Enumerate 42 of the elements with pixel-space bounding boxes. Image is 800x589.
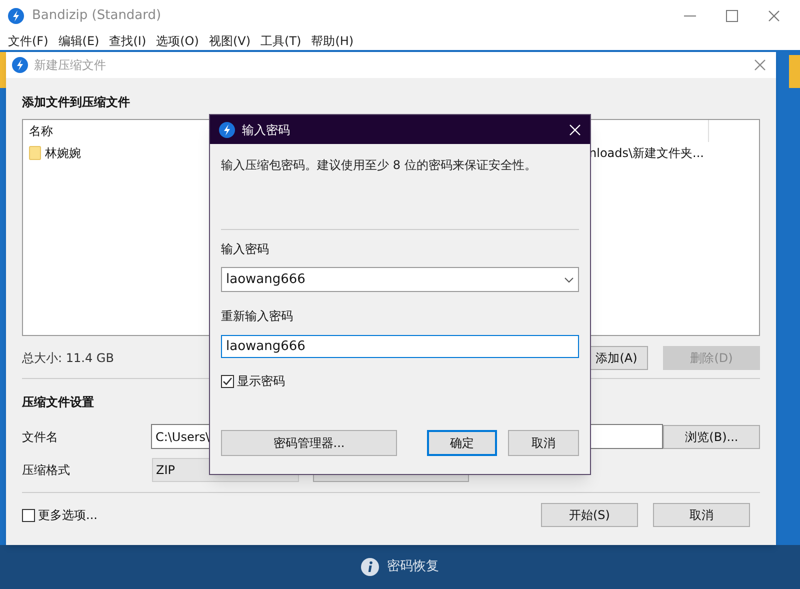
menu-item[interactable]: 文件(F) — [8, 32, 48, 50]
button[interactable]: 浏览(B)... — [663, 424, 760, 448]
file-name[interactable]: 林婉婉 — [45, 144, 81, 162]
section-title: 压缩文件设置 — [22, 394, 95, 411]
window-edge — [789, 55, 800, 88]
chevron-down-icon[interactable] — [564, 276, 574, 282]
app-logo-icon — [8, 8, 24, 24]
menu-item[interactable]: 选项(O) — [156, 32, 199, 50]
button[interactable]: 确定 — [427, 430, 497, 456]
section-title: 添加文件到压缩文件 — [22, 94, 131, 111]
dialog-message: 输入压缩包密码。建议使用至少 8 位的密码来保证安全性。 — [221, 157, 538, 174]
checkbox[interactable] — [22, 508, 35, 522]
dialog-title: 输入密码 — [242, 122, 290, 138]
status-text[interactable]: 密码恢复 — [387, 557, 439, 577]
total-size: 总大小: 11.4 GB — [22, 350, 114, 367]
checkbox-label[interactable]: 显示密码 — [237, 372, 285, 390]
app-logo-icon — [219, 122, 235, 138]
menu-item[interactable]: 编辑(E) — [58, 32, 100, 50]
button[interactable]: 取消 — [508, 430, 579, 456]
window-edge — [0, 52, 6, 88]
button[interactable]: 密码管理器... — [221, 430, 397, 456]
field-label: 文件名 — [22, 428, 59, 446]
button[interactable]: 开始(S) — [541, 503, 638, 527]
button[interactable]: 取消 — [653, 503, 750, 527]
menu-item[interactable]: 工具(T) — [260, 32, 302, 50]
window-title: Bandizip (Standard) — [32, 7, 162, 26]
field-label: 输入密码 — [221, 241, 270, 258]
app-logo-icon — [12, 57, 28, 73]
menu-item[interactable]: 查找(I) — [109, 32, 146, 50]
menu-item[interactable]: 视图(V) — [208, 32, 251, 50]
folder-icon — [29, 146, 41, 160]
field-label: 压缩格式 — [22, 462, 71, 479]
password-field[interactable]: laowang666 — [221, 267, 579, 292]
info-icon — [361, 558, 379, 576]
column-header: 名称 — [29, 123, 53, 140]
checkbox[interactable] — [221, 374, 234, 388]
confirm-password-field[interactable]: laowang666 — [221, 335, 579, 358]
menu-item[interactable]: 帮助(H) — [311, 32, 354, 50]
dialog-title: 新建压缩文件 — [34, 57, 106, 74]
field-label: 重新输入密码 — [221, 308, 294, 325]
maximize-icon[interactable] — [726, 10, 738, 22]
checkbox-label[interactable]: 更多选项... — [38, 506, 98, 524]
